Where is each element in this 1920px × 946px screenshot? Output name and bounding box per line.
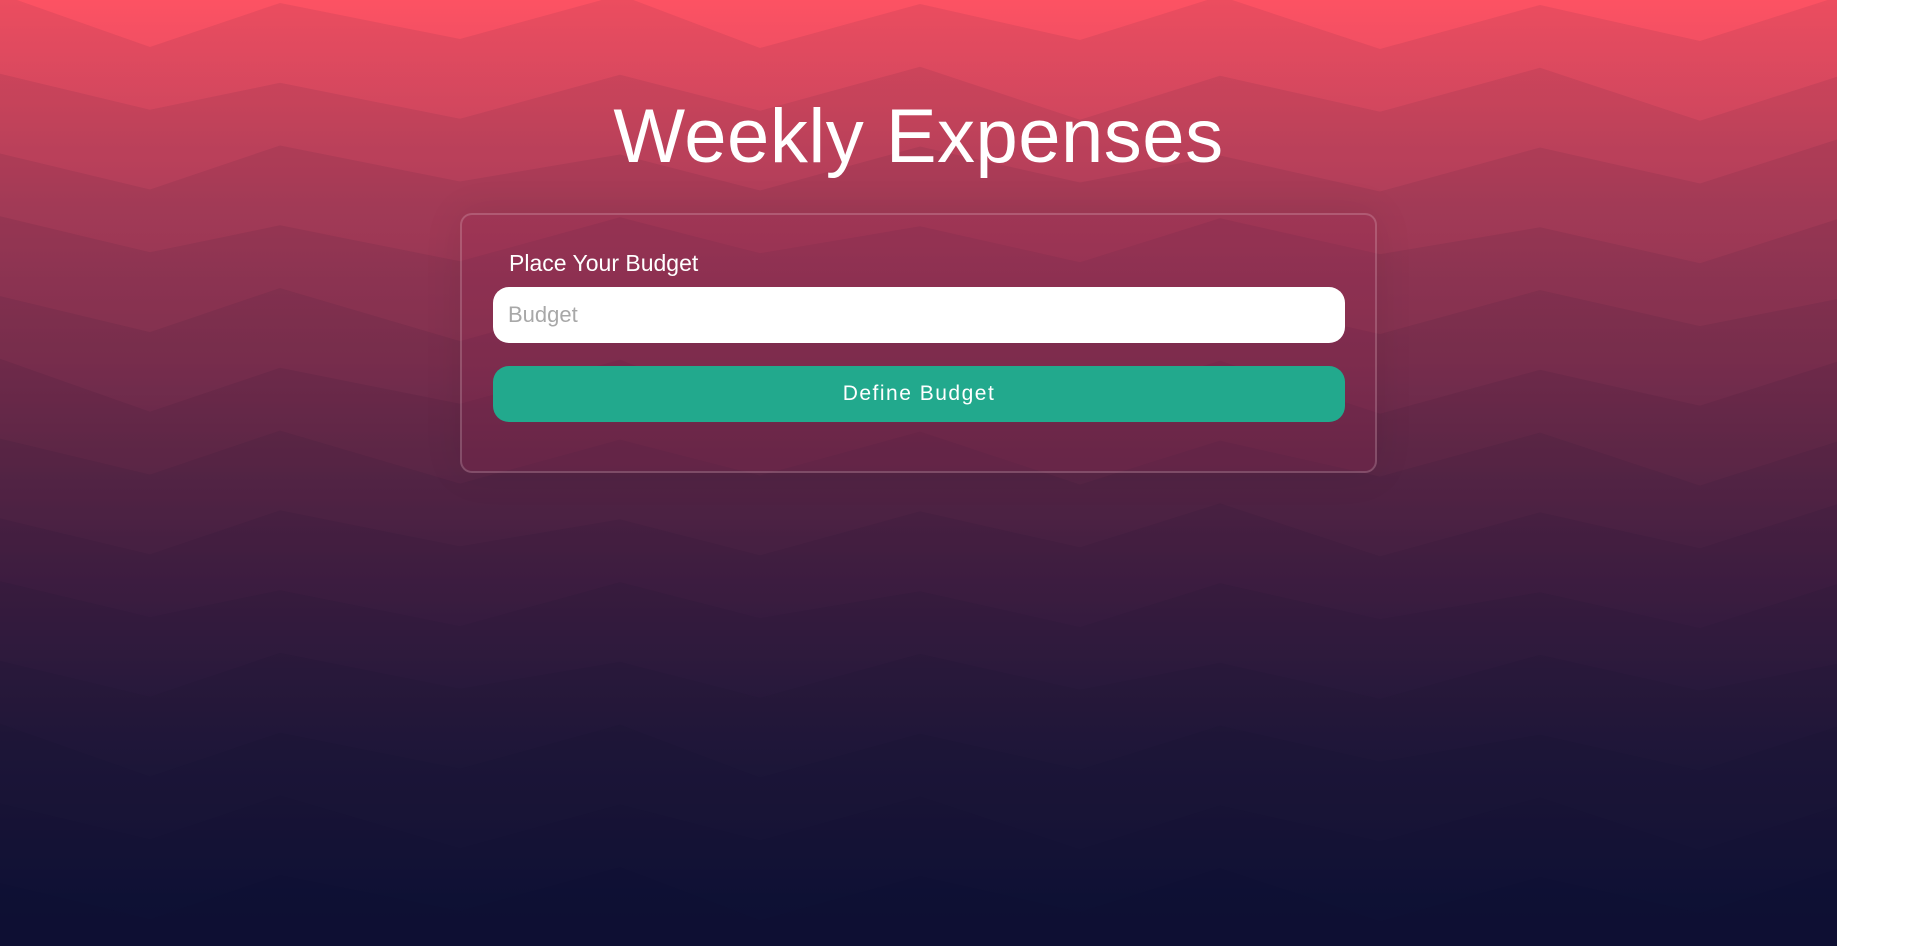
app-viewport: Weekly Expenses Place Your Budget Define… [0, 0, 1837, 946]
budget-card: Place Your Budget Define Budget [460, 213, 1377, 473]
page-title: Weekly Expenses [613, 94, 1224, 179]
budget-label: Place Your Budget [509, 250, 699, 276]
budget-input[interactable] [493, 287, 1345, 343]
define-budget-button[interactable]: Define Budget [493, 366, 1345, 422]
page-margin [1837, 0, 1920, 946]
